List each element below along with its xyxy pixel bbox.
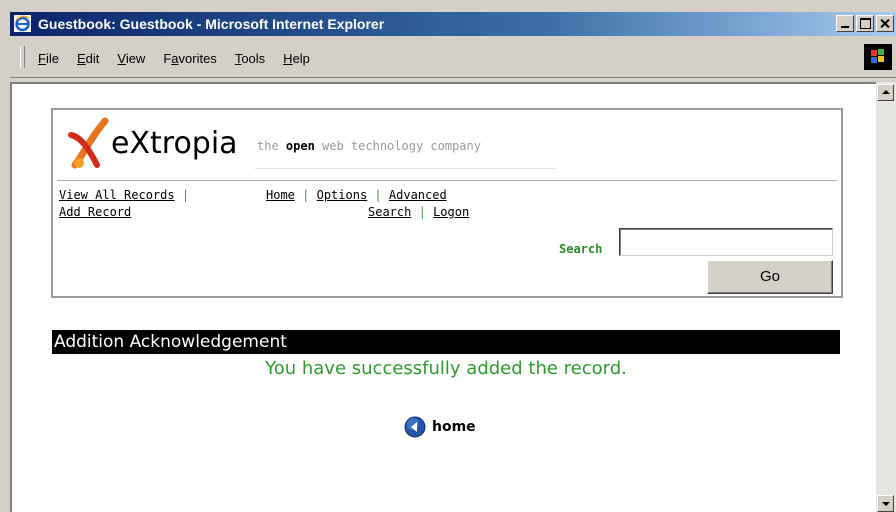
window-title-bar[interactable]: Guestbook: Guestbook - Microsoft Interne… — [10, 12, 896, 36]
tagline: the open web technology company — [257, 139, 481, 153]
search-nav-link[interactable]: Search — [368, 205, 411, 219]
search-input[interactable] — [619, 228, 833, 256]
scroll-up-button[interactable] — [877, 84, 894, 101]
vertical-scrollbar[interactable] — [876, 82, 896, 512]
nav-separator: | — [374, 188, 382, 202]
nav-separator: | — [302, 188, 310, 202]
menu-file[interactable]: File — [38, 51, 59, 66]
extropia-logo-icon — [68, 117, 109, 169]
view-all-records-link[interactable]: View All Records — [59, 188, 175, 202]
go-button[interactable]: Go — [707, 260, 833, 294]
acknowledgement-heading: Addition Acknowledgement — [52, 330, 840, 354]
home-link[interactable]: home — [404, 416, 476, 438]
browser-content-area: eXtropia the open web technology company… — [10, 82, 876, 512]
brand-logo-text: eXtropia — [111, 126, 238, 161]
menu-bar: File Edit View Favorites Tools Help — [10, 38, 896, 78]
back-arrow-icon — [404, 416, 426, 438]
minimize-button[interactable] — [836, 15, 854, 32]
add-record-link[interactable]: Add Record — [59, 205, 131, 219]
scroll-down-button[interactable] — [877, 495, 894, 512]
toolbar-grip[interactable] — [20, 46, 25, 68]
advanced-link[interactable]: Advanced — [389, 188, 447, 202]
site-nav-2: Search | Logon — [368, 204, 469, 221]
menu-view[interactable]: View — [117, 51, 145, 66]
internet-explorer-icon — [14, 15, 31, 32]
close-button[interactable] — [876, 15, 894, 32]
site-nav: Home | Options | Advanced — [266, 187, 447, 204]
home-link-label: home — [432, 419, 476, 435]
success-message: You have successfully added the record. — [265, 358, 627, 379]
home-nav-link[interactable]: Home — [266, 188, 295, 202]
maximize-button[interactable] — [856, 15, 874, 32]
menu-help[interactable]: Help — [283, 51, 310, 66]
record-nav: View All Records | Add Record — [59, 187, 189, 221]
logo-divider — [255, 168, 555, 169]
options-link[interactable]: Options — [317, 188, 368, 202]
windows-logo-icon — [864, 44, 892, 70]
menu-favorites[interactable]: Favorites — [163, 51, 216, 66]
menu-tools[interactable]: Tools — [235, 51, 265, 66]
window-title: Guestbook: Guestbook - Microsoft Interne… — [38, 16, 385, 32]
menu-edit[interactable]: Edit — [77, 51, 99, 66]
nav-divider — [57, 180, 837, 181]
header-frame: eXtropia the open web technology company… — [51, 108, 843, 298]
nav-separator: | — [181, 188, 190, 202]
nav-separator: | — [418, 205, 426, 219]
search-label: Search — [559, 242, 603, 256]
logon-link[interactable]: Logon — [433, 205, 469, 219]
